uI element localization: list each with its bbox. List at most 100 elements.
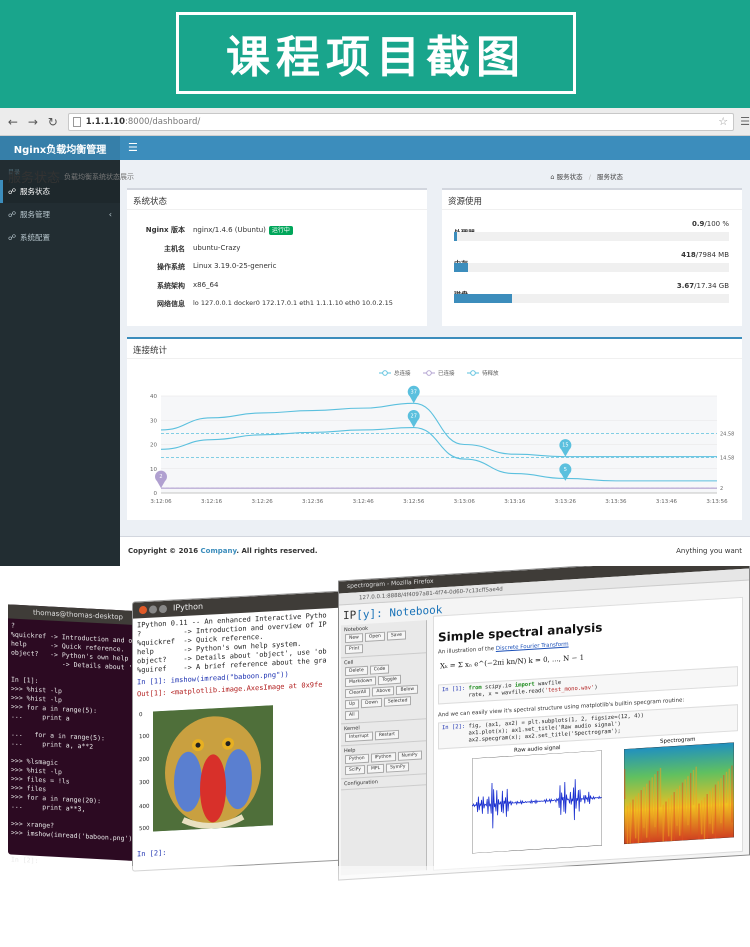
resource-used: 0.9 <box>691 220 705 228</box>
system-label: 操作系统 <box>157 263 185 271</box>
panel-section-title: Help <box>344 747 356 755</box>
status-badge: 运行中 <box>268 226 293 235</box>
panel-button[interactable]: Above <box>372 686 395 697</box>
code-token: from <box>468 684 482 692</box>
spectrogram-band <box>706 793 708 845</box>
legend-label: 总连接 <box>394 369 411 377</box>
legend-label: 已连接 <box>438 369 455 377</box>
page-title: 服务状态 <box>8 171 61 186</box>
y-tick-label: 20 <box>150 443 157 449</box>
code-token: ) <box>594 684 598 691</box>
axis-tick: 200 <box>139 756 150 764</box>
arrow-right-icon[interactable]: → <box>26 115 40 129</box>
panel-button[interactable]: New <box>345 633 363 644</box>
progress-track <box>454 232 729 241</box>
maximize-icon[interactable] <box>159 604 167 614</box>
spectrogram-band <box>657 771 659 838</box>
box-title: 资源使用 <box>442 190 742 210</box>
app-logo[interactable]: Nginx负载均衡管理 <box>0 136 120 160</box>
breadcrumb: ⌂ 服务状态 / 服务状态 <box>550 171 623 181</box>
spectrogram-band <box>703 797 706 845</box>
browser-menu-icon[interactable]: ☰ <box>740 115 750 128</box>
panel-button[interactable]: SymPy <box>386 762 410 773</box>
spectrogram-band <box>712 787 714 834</box>
panel-button[interactable]: Up <box>345 699 360 710</box>
system-label: 网络信息 <box>157 300 185 308</box>
panel-button[interactable]: IPython <box>370 752 396 763</box>
company-link[interactable]: Company <box>201 547 237 555</box>
baboon-face <box>153 705 273 832</box>
page-subtitle: 负载均衡系统状态展示 <box>64 173 134 181</box>
panel-section-title: Configuration <box>344 779 378 788</box>
ipython-qtconsole-window: IPython IPython 0.11 -- An enhanced Inte… <box>132 590 347 872</box>
resource-usage-box: 资源使用 处理器 0.9/100 % 内存 418/7984 MB 磁盘 3.6… <box>442 188 742 326</box>
panel-button[interactable]: Interrupt <box>345 731 373 743</box>
resource-row: 磁盘 3.67/17.34 GB <box>454 282 729 303</box>
panel-button[interactable]: Below <box>396 684 419 696</box>
panel-button[interactable]: All <box>345 710 359 721</box>
y-tick-label: 0 <box>154 491 158 497</box>
spectrogram-band <box>640 790 642 845</box>
top-navbar: ☰ <box>120 136 750 160</box>
panel-button[interactable]: Python <box>345 753 369 765</box>
panel-button[interactable]: NumPy <box>397 750 422 761</box>
arrow-left-icon[interactable]: ← <box>6 115 20 129</box>
resource-used: 3.67 <box>676 282 695 290</box>
spectrogram-band <box>720 778 722 824</box>
sidebar-item-system-config[interactable]: ☍ 系统配置 <box>0 226 120 249</box>
panel-button[interactable]: Markdown <box>345 676 377 688</box>
spectrogram-band <box>676 788 678 826</box>
panel-button[interactable]: SciPy <box>345 764 365 776</box>
panel-section: Help Python IPython NumPy SciPy MPL SymPy <box>341 741 426 780</box>
marker-label: 15 <box>562 443 568 449</box>
x-tick-label: 3:12:06 <box>150 499 172 505</box>
panel-button[interactable]: Down <box>361 697 382 709</box>
marker-label: 27 <box>411 414 417 420</box>
dft-link[interactable]: Discrete Fourier Transform <box>496 641 569 651</box>
spectrogram-band <box>687 776 689 826</box>
ipython-notebook-logo: IP[y]: Notebook <box>343 603 442 622</box>
legend-marker <box>382 370 388 376</box>
panel-button[interactable]: MPL <box>366 763 385 774</box>
panel-section: Cell Delete CodeMarkdown Toggle ClearAll Abov… <box>341 653 426 725</box>
panel-section: Notebook New Open SavePrint <box>341 620 426 659</box>
banner-frame: 课程项目截图 <box>176 12 576 94</box>
sidebar-item-label: 服务管理 <box>20 210 50 219</box>
mark-line-label: 24.58 <box>720 431 734 437</box>
panel-button[interactable]: Code <box>369 664 390 675</box>
spectrogram-band <box>659 767 662 807</box>
sidebar-item-service-manage[interactable]: ☍ 服务管理 ‹ <box>0 203 120 226</box>
close-icon[interactable] <box>139 605 147 615</box>
address-bar[interactable]: 1.1.1.10 :8000/dashboard/ ☆ <box>67 112 735 131</box>
panel-button[interactable]: Toggle <box>378 674 401 686</box>
spectrogram-band <box>635 796 637 839</box>
sidebar-toggle-icon[interactable]: ☰ <box>128 141 138 154</box>
axis-tick: 100 <box>139 733 150 741</box>
code-cell[interactable]: In [1]: from scipy.io import wavfile rat… <box>438 666 738 705</box>
raw-audio-plot <box>472 750 602 854</box>
page-footer: Copyright © 2016 Company. All rights res… <box>120 536 750 566</box>
panel-button[interactable]: ClearAll <box>345 687 371 699</box>
breadcrumb-item[interactable]: 服务状态 <box>557 173 583 181</box>
panel-button[interactable]: Restart <box>374 729 399 741</box>
spectrogram-band <box>698 803 700 845</box>
cell-prompt: In [1]: <box>442 685 466 694</box>
spectrogram-title: Spectrogram <box>660 736 696 745</box>
ipython-title: IPython <box>173 601 204 613</box>
browser-toolbar: ← → ↻ 1.1.1.10 :8000/dashboard/ ☆ ☰ <box>0 108 750 136</box>
panel-button[interactable]: Open <box>364 631 385 642</box>
ipython-collage: thomas@thomas-desktop ? %quickref -> Int… <box>0 566 750 947</box>
panel-button[interactable]: Delete <box>345 665 368 677</box>
reload-icon[interactable]: ↻ <box>46 115 60 129</box>
sidebar: Nginx负载均衡管理 目录 ☍ 服务状态 ☍ 服务管理 ‹ ☍ 系统配置 <box>0 136 120 566</box>
legend-label: 待释放 <box>482 369 499 377</box>
spectrogram-band <box>731 765 733 823</box>
spectrogram-band <box>723 774 725 834</box>
spectrogram-band <box>626 805 629 845</box>
panel-button[interactable]: Selected <box>383 696 412 707</box>
minimize-icon[interactable] <box>149 605 157 614</box>
bookmark-star-icon[interactable]: ☆ <box>718 115 728 128</box>
panel-button[interactable]: Print <box>345 644 364 655</box>
sidebar-item-label: 系统配置 <box>20 233 50 242</box>
panel-button[interactable]: Save <box>386 630 406 641</box>
